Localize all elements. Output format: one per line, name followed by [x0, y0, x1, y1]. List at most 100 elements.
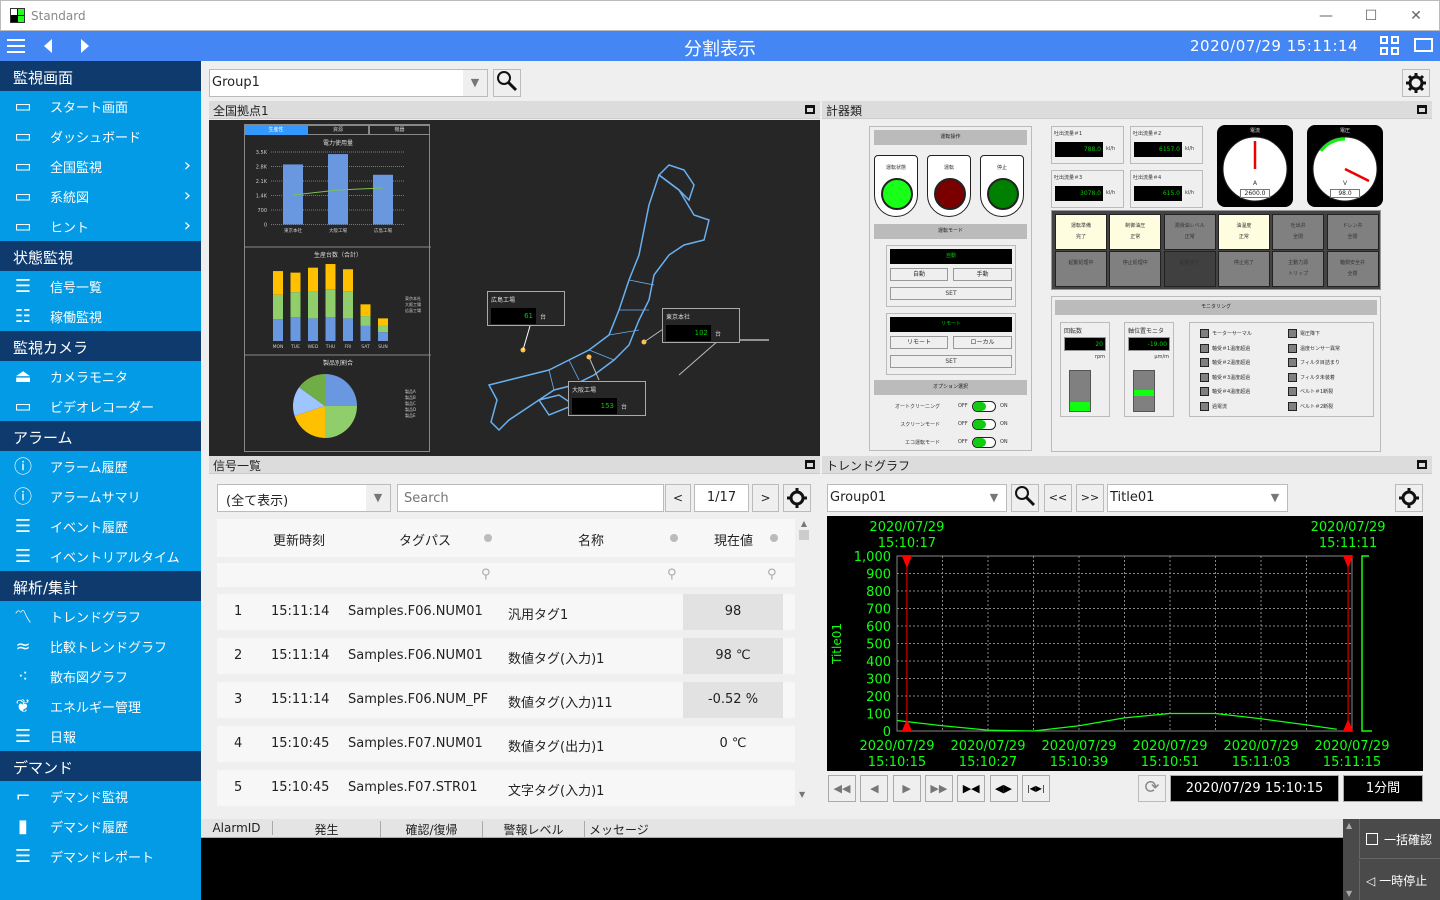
sort-dot-icon[interactable] [670, 534, 678, 542]
sidebar-item[interactable]: ⓘ アラームサマリ [0, 481, 201, 511]
pause-button[interactable]: ◁ 一時停止 [1359, 860, 1440, 900]
minimize-button[interactable]: — [1306, 5, 1346, 27]
maximize-icon[interactable] [805, 105, 815, 114]
ack-all-button[interactable]: 一括確認 [1359, 819, 1440, 859]
option-toggle[interactable] [972, 419, 996, 430]
trend-prev-button[interactable]: << [1044, 484, 1072, 512]
sidebar-item[interactable]: ☰ 日報 [0, 721, 201, 751]
settings-button[interactable] [1402, 69, 1430, 97]
sort-dot-icon[interactable] [484, 534, 492, 542]
table-row[interactable]: 3 15:11:14 Samples.F06.NUM_PF 数値タグ(入力)11 -0.… [217, 682, 795, 718]
alarm-scroll-up-icon[interactable]: ▲ [1346, 821, 1352, 830]
trend-next-button[interactable]: >> [1076, 484, 1104, 512]
alarm-column-header[interactable]: AlarmID [201, 821, 273, 835]
trend-current-time[interactable]: 2020/07/29 15:10:15 [1170, 775, 1339, 802]
split-view-icon[interactable] [1380, 36, 1400, 56]
chevron-right-icon[interactable]: › [184, 185, 191, 206]
sidebar-item[interactable]: ☰ イベントリアルタイム [0, 541, 201, 571]
set-button[interactable]: SET [890, 287, 1012, 300]
trend-settings-button[interactable] [1395, 484, 1423, 512]
maximize-icon[interactable] [805, 460, 815, 469]
local-button[interactable]: ローカル [953, 336, 1012, 349]
table-row[interactable]: 2 15:11:14 Samples.F06.NUM01 数値タグ(入力)1 98 ℃ [217, 638, 795, 674]
option-toggle[interactable] [972, 401, 996, 412]
close-button[interactable]: ✕ [1396, 5, 1436, 27]
sidebar-item[interactable]: ❦ エネルギー管理 [0, 691, 201, 721]
sidebar-item[interactable]: ⓘ アラーム履歴 [0, 451, 201, 481]
zoom-out-button[interactable]: ◀▶ [989, 775, 1018, 802]
sidebar-item[interactable]: ☰ イベント履歴 [0, 511, 201, 541]
alarm-actions: ▲ ▼ 一括確認 ◁ 一時停止 [1343, 819, 1440, 900]
back-icon[interactable] [44, 39, 52, 53]
trend-span-select[interactable]: 1分間 [1343, 775, 1423, 802]
sidebar-item[interactable]: ⁖ 散布図グラフ [0, 661, 201, 691]
filter-search-icon[interactable]: ⚲ [667, 567, 677, 582]
sidebar-item[interactable]: ☷ 稼働監視 [0, 301, 201, 331]
alarm-column-header[interactable]: 警報レベル [483, 821, 585, 838]
sidebar-item[interactable]: ▭ 系統図 › [0, 181, 201, 211]
trend-group-select[interactable]: Group01 ▼ [827, 484, 1007, 512]
signal-scrollbar[interactable]: ▲ ▼ [798, 519, 810, 799]
next-page-button[interactable]: > [752, 484, 779, 512]
column-current-value[interactable]: 現在値 [714, 530, 753, 549]
sidebar-item[interactable]: ▭ スタート画面 [0, 91, 201, 121]
y-axis-label: Title01 [830, 623, 844, 665]
chevron-right-icon[interactable]: › [184, 155, 191, 176]
trend-title-select[interactable]: Title01 ▼ [1107, 484, 1288, 512]
remote-button[interactable]: リモート [890, 336, 948, 349]
signal-settings-button[interactable] [783, 484, 811, 512]
filter-search-icon[interactable]: ⚲ [767, 567, 777, 582]
option-toggle[interactable] [972, 437, 996, 448]
column-update-time[interactable]: 更新時刻 [273, 530, 325, 549]
column-tag-path[interactable]: タグパス [399, 530, 451, 549]
fit-button[interactable]: |◀▶| [1021, 775, 1050, 802]
alarm-column-header[interactable]: 確認/復帰 [381, 821, 483, 838]
table-row[interactable]: 4 15:10:45 Samples.F07.NUM01 数値タグ(出力)1 0 ℃ [217, 726, 795, 762]
next-button[interactable]: ▶ [892, 775, 921, 802]
sidebar-item[interactable]: ▭ ダッシュボード [0, 121, 201, 151]
table-row[interactable]: 5 15:10:45 Samples.F07.STR01 文字タグ(入力)1 [217, 770, 795, 806]
signal-filter-select[interactable]: (全て表示) ▼ [217, 484, 391, 512]
set-button[interactable]: SET [890, 355, 1012, 368]
alarm-scroll-down-icon[interactable]: ▼ [1346, 889, 1352, 898]
auto-button[interactable]: 自動 [890, 268, 948, 281]
maximize-icon[interactable] [1417, 105, 1427, 114]
alarm-column-header[interactable]: 発生 [273, 821, 381, 838]
sidebar-item[interactable]: ▭ 全国監視 › [0, 151, 201, 181]
chevron-right-icon[interactable]: › [184, 215, 191, 236]
signal-search-input[interactable] [397, 484, 664, 512]
trend-search-button[interactable] [1011, 484, 1039, 512]
sidebar-item[interactable]: ▭ ビデオレコーダー [0, 391, 201, 421]
search-button[interactable] [493, 69, 521, 97]
zoom-in-button[interactable]: ▶◀ [957, 775, 986, 802]
sidebar-item[interactable]: ☰ デマンドレポート [0, 841, 201, 871]
table-row[interactable]: 1 15:11:14 Samples.F06.NUM01 汎用タグ1 98 [217, 594, 795, 630]
maximize-button[interactable]: ☐ [1351, 5, 1391, 27]
sort-dot-icon[interactable] [770, 534, 778, 542]
filter-search-icon[interactable]: ⚲ [481, 567, 491, 582]
message-icon[interactable] [1414, 38, 1433, 52]
prev-page-button[interactable]: < [665, 484, 691, 512]
forward-icon[interactable] [81, 39, 89, 53]
sidebar-item[interactable]: ⏏ カメラモニタ [0, 361, 201, 391]
last-button[interactable]: ▶▶ [924, 775, 953, 802]
sidebar-item[interactable]: ▭ ヒント › [0, 211, 201, 241]
column-name[interactable]: 名称 [578, 530, 604, 549]
sidebar-item[interactable]: ⌐ デマンド監視 [0, 781, 201, 811]
first-button[interactable]: ◀◀ [828, 775, 856, 802]
mini-tab-productivity[interactable]: 生産性 [245, 125, 307, 135]
alarm-lamp [1200, 372, 1209, 382]
mini-tab-resource[interactable]: 資源 [307, 125, 369, 135]
refresh-button[interactable]: ⟳ [1138, 775, 1166, 802]
sidebar-item[interactable]: ☰ 信号一覧 [0, 271, 201, 301]
menu-icon[interactable] [7, 39, 25, 53]
prev-button[interactable]: ◀ [860, 775, 889, 802]
mini-tab-equipment[interactable]: 機器 [369, 125, 430, 135]
group-select[interactable]: Group1 ▼ [209, 69, 488, 97]
maximize-icon[interactable] [1417, 460, 1427, 469]
sidebar-item[interactable]: ▮ デマンド履歴 [0, 811, 201, 841]
sidebar-item[interactable]: ≈ 比較トレンドグラフ [0, 631, 201, 661]
alarm-column-header[interactable]: メッセージ [585, 821, 705, 838]
sidebar-item[interactable]: 〽 トレンドグラフ [0, 601, 201, 631]
manual-button[interactable]: 手動 [953, 268, 1012, 281]
